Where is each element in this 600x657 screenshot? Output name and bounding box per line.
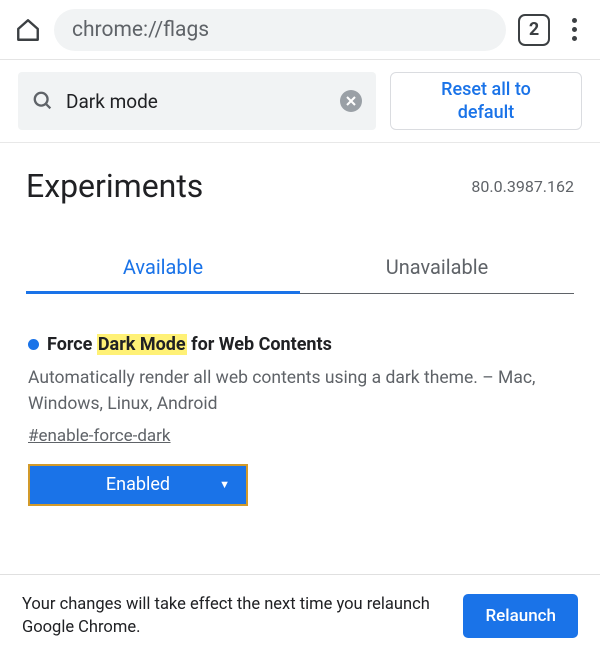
reset-all-button[interactable]: Reset all to default	[390, 72, 582, 130]
flag-dropdown[interactable]: Enabled ▼	[28, 464, 248, 506]
modified-dot-icon	[28, 339, 39, 350]
tab-count-button[interactable]: 2	[518, 14, 550, 46]
chevron-down-icon: ▼	[219, 478, 230, 491]
search-highlight: Dark Mode	[97, 334, 187, 355]
flag-description: Automatically render all web contents us…	[28, 365, 572, 418]
page-title: Experiments	[26, 167, 203, 205]
search-icon	[32, 90, 54, 112]
version-label: 80.0.3987.162	[471, 177, 574, 196]
tab-unavailable-label: Unavailable	[386, 255, 488, 279]
search-box[interactable]	[18, 72, 376, 130]
tab-unavailable[interactable]: Unavailable	[300, 243, 574, 294]
browser-top-bar: chrome://flags 2	[0, 0, 600, 60]
tab-available-label: Available	[123, 255, 203, 279]
tab-count-value: 2	[529, 19, 539, 40]
flag-hash-link[interactable]: #enable-force-dark	[28, 426, 572, 446]
clear-search-icon[interactable]	[340, 90, 362, 112]
relaunch-message: Your changes will take effect the next t…	[22, 593, 445, 639]
flag-title-text: Force Dark Mode for Web Contents	[47, 334, 332, 355]
flag-item: Force Dark Mode for Web Contents Automat…	[0, 294, 600, 506]
tab-available[interactable]: Available	[26, 243, 300, 294]
relaunch-button-label: Relaunch	[485, 606, 556, 626]
address-bar[interactable]: chrome://flags	[54, 9, 506, 51]
reset-all-label: Reset all to default	[411, 78, 561, 125]
home-icon[interactable]	[14, 16, 42, 44]
relaunch-bar: Your changes will take effect the next t…	[0, 574, 600, 657]
flag-title: Force Dark Mode for Web Contents	[28, 334, 572, 355]
search-row: Reset all to default	[0, 60, 600, 143]
title-row: Experiments 80.0.3987.162	[0, 143, 600, 215]
tabs: Available Unavailable	[26, 243, 574, 294]
overflow-menu-icon[interactable]	[562, 18, 586, 41]
relaunch-button[interactable]: Relaunch	[463, 594, 578, 638]
search-input[interactable]	[66, 90, 328, 113]
flag-dropdown-value: Enabled	[106, 474, 170, 495]
url-text: chrome://flags	[72, 18, 209, 42]
